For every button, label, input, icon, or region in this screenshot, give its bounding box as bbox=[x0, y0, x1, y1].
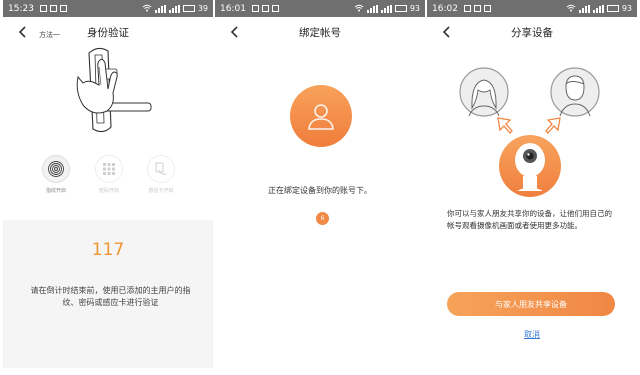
signal-icon bbox=[366, 4, 378, 13]
notification-icons bbox=[39, 5, 67, 12]
door-lock-illustration bbox=[3, 47, 213, 147]
notification-icons bbox=[463, 5, 491, 12]
status-bar: 15:23 39 bbox=[3, 0, 213, 17]
status-indicators: 93 bbox=[566, 4, 632, 14]
share-illustration bbox=[427, 60, 637, 200]
battery-level: 93 bbox=[621, 4, 632, 13]
signal-icon-2 bbox=[592, 4, 604, 13]
male-avatar-icon bbox=[550, 67, 600, 117]
method-label-card: 感应卡开启 bbox=[148, 188, 174, 194]
status-time: 15:23 bbox=[8, 3, 34, 14]
battery-level: 39 bbox=[197, 4, 208, 13]
share-description: 你可以与家人朋友共享你的设备，让他们用自己的帐号观看摄像机画面或者使用更多功能。 bbox=[447, 209, 612, 230]
title-bar: 分享设备 bbox=[427, 17, 637, 47]
arrow-right-up-icon bbox=[545, 117, 561, 134]
signal-icon-2 bbox=[168, 4, 180, 13]
binding-status-text: 正在绑定设备到你的账号下。 bbox=[268, 186, 372, 195]
cancel-link[interactable]: 取消 bbox=[427, 329, 637, 340]
countdown-timer: 117 bbox=[91, 240, 125, 260]
page-title: 身份验证 bbox=[87, 26, 129, 39]
method-label-fingerprint: 指纹开启 bbox=[45, 188, 66, 194]
back-button[interactable] bbox=[225, 22, 245, 42]
countdown-panel: 117 请在倒计时结束前，使用已添加的主用户的指纹、密码或感应卡进行验证 bbox=[3, 220, 213, 368]
female-avatar-icon bbox=[459, 67, 509, 117]
signal-icon bbox=[578, 4, 590, 13]
signal-icon-2 bbox=[380, 4, 392, 13]
chevron-left-icon bbox=[18, 26, 26, 38]
phone-screen-share-device: 16:02 93 分享设备 你可以与家人朋友共享你的设备，让他们用自己的帐号观看… bbox=[427, 0, 637, 368]
signal-icon bbox=[154, 4, 166, 13]
countdown-badge: 6 bbox=[316, 212, 329, 225]
battery-icon bbox=[394, 5, 407, 12]
status-time: 16:01 bbox=[220, 3, 246, 14]
method-fingerprint[interactable]: 指纹开启 bbox=[36, 155, 76, 194]
wifi-icon bbox=[566, 4, 576, 14]
user-avatar-icon bbox=[290, 85, 352, 147]
title-bar: 身份验证 bbox=[3, 17, 213, 47]
battery-level: 93 bbox=[409, 4, 420, 13]
status-time: 16:02 bbox=[432, 3, 458, 14]
phone-screen-bind-account: 16:01 93 绑定帐号 正在绑定设备到你的账号下。 6 bbox=[215, 0, 425, 368]
status-indicators: 39 bbox=[142, 4, 208, 14]
unlock-methods: 指纹开启 密码开启 感应卡开启 bbox=[3, 155, 213, 207]
battery-icon bbox=[606, 5, 619, 12]
battery-icon bbox=[182, 5, 195, 12]
method-label: 方法一 bbox=[39, 31, 60, 39]
back-button[interactable] bbox=[437, 22, 457, 42]
verification-instruction: 请在倒计时结束前，使用已添加的主用户的指纹、密码或感应卡进行验证 bbox=[30, 286, 191, 307]
wifi-icon bbox=[354, 4, 364, 14]
back-button[interactable] bbox=[13, 22, 33, 42]
chevron-left-icon bbox=[442, 26, 450, 38]
notification-icons bbox=[251, 5, 279, 12]
page-title: 绑定帐号 bbox=[299, 26, 341, 39]
card-hand-icon bbox=[147, 155, 175, 183]
fingerprint-icon bbox=[42, 155, 70, 183]
phone-screen-identity-verification: 15:23 39 身份验证 方法一 指纹开启 密码开启 感应卡开启 117 请在… bbox=[3, 0, 213, 368]
keypad-icon bbox=[95, 155, 123, 183]
arrow-left-up-icon bbox=[497, 117, 513, 134]
status-indicators: 93 bbox=[354, 4, 420, 14]
method-card[interactable]: 感应卡开启 bbox=[141, 155, 181, 194]
status-bar: 16:02 93 bbox=[427, 0, 637, 17]
page-title: 分享设备 bbox=[511, 26, 553, 39]
wifi-icon bbox=[142, 4, 152, 14]
camera-device-icon bbox=[499, 135, 561, 197]
method-keypad[interactable]: 密码开启 bbox=[89, 155, 129, 194]
chevron-left-icon bbox=[230, 26, 238, 38]
status-bar: 16:01 93 bbox=[215, 0, 425, 17]
title-bar: 绑定帐号 bbox=[215, 17, 425, 47]
method-label-keypad: 密码开启 bbox=[98, 188, 119, 194]
share-with-family-button[interactable]: 与家人朋友共享设备 bbox=[447, 292, 615, 316]
